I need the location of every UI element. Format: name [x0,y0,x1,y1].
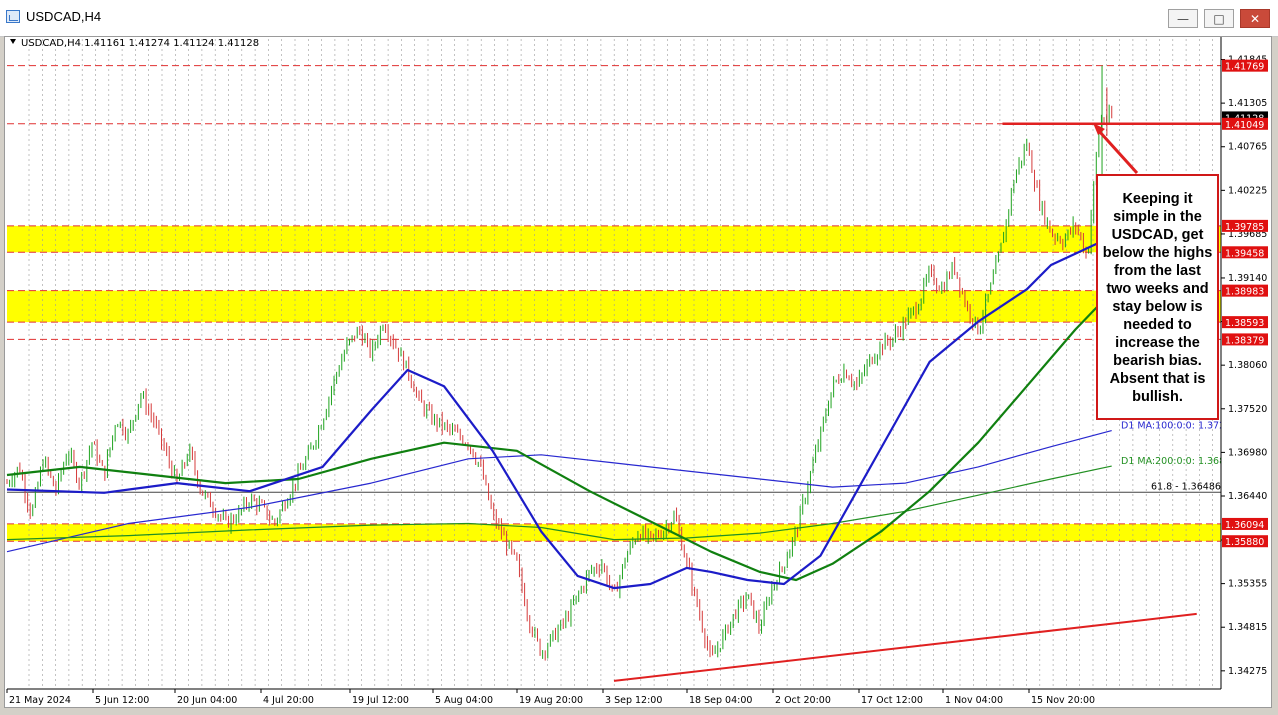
price-label-text: 1.39785 [1225,222,1264,233]
collapse-arrow-icon[interactable] [10,39,16,44]
price-tick-label: 1.38060 [1228,360,1267,371]
price-label-text: 1.35880 [1225,537,1264,548]
chart-header: USDCAD,H4 1.41161 1.41274 1.41124 1.4112… [21,38,259,49]
time-tick-label: 15 Nov 20:00 [1031,695,1095,706]
annotation-box: Keeping it simple in the USDCAD, get bel… [1096,174,1219,420]
time-tick-label: 2 Oct 20:00 [775,695,831,706]
fib-level-label: 61.8 - 1.36486 [1151,481,1221,492]
time-tick-label: 1 Nov 04:00 [945,695,1003,706]
price-axis [1221,37,1271,707]
time-tick-label: 4 Jul 20:00 [263,695,314,706]
time-tick-label: 19 Jul 12:00 [352,695,409,706]
indicator-label: D1 MA:100:0:0: 1.37251 [1121,421,1237,432]
annotation-text: Keeping it simple in the USDCAD, get bel… [1102,191,1213,405]
price-label-text: 1.38593 [1225,318,1264,329]
price-tick-label: 1.39140 [1228,273,1267,284]
time-tick-label: 19 Aug 20:00 [519,695,583,706]
price-chart[interactable]: 61.8 - 1.36486 D1 MA:100:0:0: 1.37251 D1 … [5,37,1271,707]
time-tick-label: 17 Oct 12:00 [861,695,923,706]
price-label-text: 1.41049 [1225,120,1264,131]
close-icon: ✕ [1249,11,1261,26]
price-label-text: 1.39458 [1225,248,1264,259]
title-bar: USDCAD,H4 — □ ✕ [0,0,1278,37]
price-tick-label: 1.34275 [1228,666,1267,677]
support-trendline [613,612,1197,682]
price-tick-label: 1.35355 [1228,579,1267,590]
minimize-icon: — [1177,11,1189,26]
price-tick-label: 1.36440 [1228,491,1267,502]
annotation-arrow [1097,129,1139,175]
chart-area[interactable]: 61.8 - 1.36486 D1 MA:100:0:0: 1.37251 D1 … [4,36,1272,708]
price-tick-label: 1.36980 [1228,447,1267,458]
price-tick-label: 1.40225 [1228,185,1267,196]
price-label-text: 1.38983 [1225,287,1264,298]
time-tick-label: 5 Aug 04:00 [435,695,493,706]
price-tick-label: 1.37520 [1228,404,1267,415]
maximize-icon: □ [1213,11,1225,26]
time-tick-label: 3 Sep 12:00 [605,695,662,706]
price-label-text: 1.41769 [1225,62,1264,73]
price-label-text: 1.36094 [1225,520,1264,531]
time-tick-label: 18 Sep 04:00 [689,695,752,706]
trading-window: USDCAD,H4 — □ ✕ 61.8 - 1.36486 D1 MA:100… [0,0,1278,715]
maximize-button[interactable]: □ [1204,9,1234,28]
time-tick-label: 21 May 2024 [9,695,71,706]
price-tick-label: 1.41305 [1228,98,1267,109]
indicator-label: D1 MA:200:0:0: 1.36810 [1121,456,1237,467]
price-label-text: 1.38379 [1225,335,1264,346]
time-tick-label: 20 Jun 04:00 [177,695,237,706]
close-button[interactable]: ✕ [1240,9,1270,28]
minimize-button[interactable]: — [1168,9,1198,28]
window-title: USDCAD,H4 [26,9,102,24]
price-tick-label: 1.34815 [1228,622,1267,633]
chart-window-icon [6,10,20,23]
price-tick-label: 1.40765 [1228,142,1267,153]
time-tick-label: 5 Jun 12:00 [95,695,149,706]
